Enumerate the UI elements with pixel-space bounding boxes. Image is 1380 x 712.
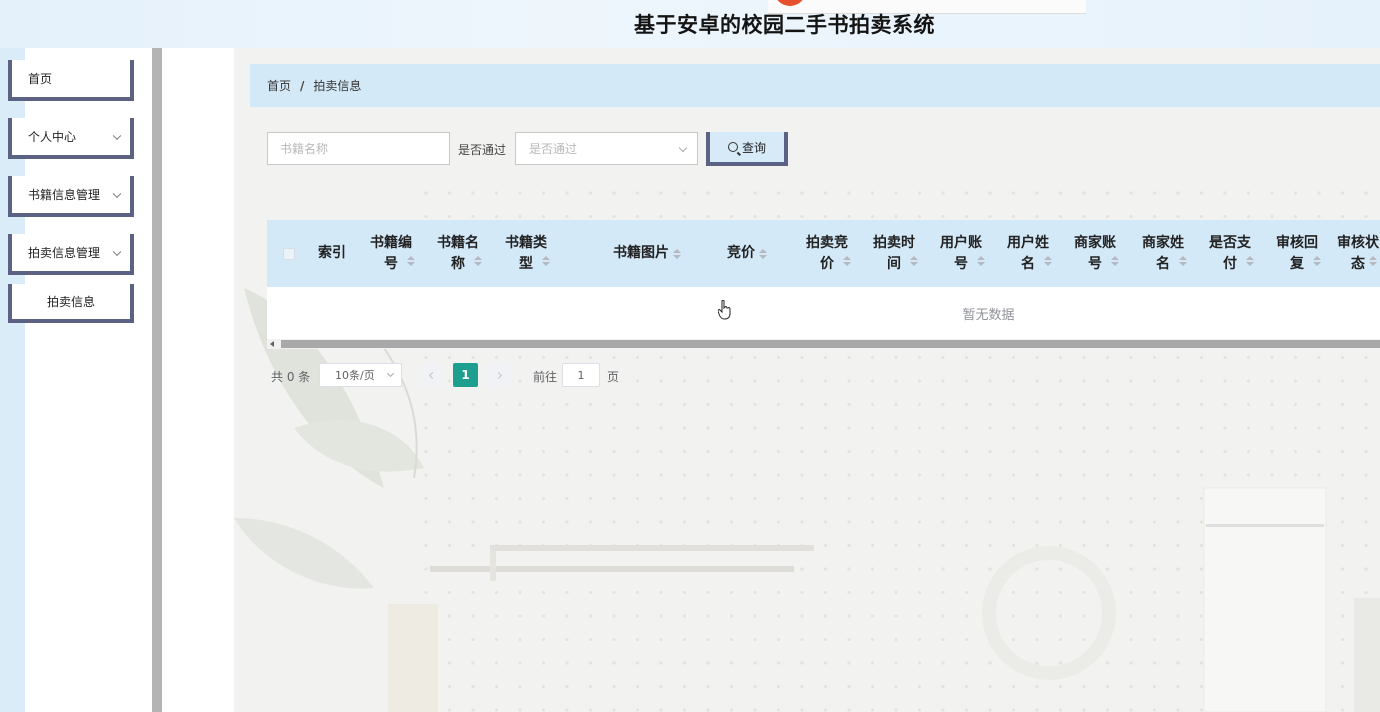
- column-header-bid[interactable]: 竞价: [717, 220, 777, 287]
- main-content: 首页 / 拍卖信息 是否通过 是否通过 查询 索引 书籍编号 书籍名称 书: [234, 48, 1380, 712]
- sort-icon[interactable]: [542, 256, 550, 266]
- column-header-auction-bid[interactable]: 拍卖竞价: [799, 220, 855, 287]
- sidebar-item-label: 拍卖信息管理: [28, 246, 101, 260]
- select-all-checkbox[interactable]: [283, 248, 295, 260]
- column-header-auction-time[interactable]: 拍卖时间: [866, 220, 922, 287]
- query-button-label: 查询: [741, 140, 766, 155]
- sort-icon[interactable]: [759, 248, 767, 259]
- system-title: 基于安卓的校园二手书拍卖系统: [634, 13, 935, 37]
- breadcrumb-separator: /: [300, 78, 305, 93]
- page-size-select[interactable]: 10条/页: [319, 363, 402, 387]
- sort-icon[interactable]: [1044, 256, 1052, 266]
- sidebar-item-book-management[interactable]: 书籍信息管理: [8, 176, 134, 217]
- query-button[interactable]: 查询: [706, 132, 788, 166]
- sort-icon[interactable]: [474, 256, 482, 266]
- empty-state-text: 暂无数据: [962, 307, 1015, 323]
- breadcrumb: 首页 / 拍卖信息: [250, 64, 1380, 107]
- sort-icon[interactable]: [407, 256, 415, 266]
- content-gutter: [162, 48, 234, 712]
- column-header-user-name[interactable]: 用户姓名: [1000, 220, 1056, 287]
- search-icon: [727, 142, 738, 152]
- column-header-is-paid[interactable]: 是否支付: [1202, 220, 1258, 287]
- chevron-down-icon: [112, 131, 122, 140]
- goto-page-input[interactable]: [562, 363, 600, 387]
- chevron-left-icon: [428, 371, 436, 379]
- sidebar-item-auction-management[interactable]: 拍卖信息管理: [8, 234, 134, 275]
- sort-icon[interactable]: [1246, 256, 1254, 266]
- sort-icon[interactable]: [910, 256, 918, 266]
- column-header-merchant-account[interactable]: 商家账号: [1067, 220, 1123, 287]
- column-header-book-type[interactable]: 书籍类型: [498, 220, 554, 287]
- sidebar-item-personal-center[interactable]: 个人中心: [8, 118, 134, 159]
- sidebar-item-label: 书籍信息管理: [28, 188, 101, 202]
- goto-suffix: 页: [607, 370, 620, 384]
- sort-icon[interactable]: [1313, 256, 1321, 266]
- prev-page-button[interactable]: [419, 363, 443, 387]
- total-count: 共 0 条: [271, 370, 311, 384]
- breadcrumb-home[interactable]: 首页: [267, 77, 291, 94]
- chevron-right-icon: [494, 371, 502, 379]
- next-page-button[interactable]: [487, 363, 511, 387]
- column-header-merchant-name[interactable]: 商家姓名: [1135, 220, 1191, 287]
- chevron-down-icon: [678, 143, 688, 153]
- sort-icon[interactable]: [1111, 256, 1119, 266]
- column-header-index: 索引: [318, 245, 346, 261]
- top-banner: 基于安卓的校园二手书拍卖系统: [0, 0, 1380, 48]
- sidebar-item-label: 个人中心: [28, 130, 77, 144]
- sidebar-subitem-auction-info[interactable]: 拍卖信息: [8, 284, 134, 323]
- approved-filter-select[interactable]: 是否通过: [515, 132, 698, 165]
- scroll-left-arrow-icon[interactable]: [270, 341, 274, 347]
- logo-circle: [774, 0, 806, 6]
- column-header-user-account[interactable]: 用户账号: [933, 220, 989, 287]
- chevron-down-icon: [112, 189, 122, 198]
- column-header-review-reply[interactable]: 审核回复: [1269, 220, 1325, 287]
- sort-icon[interactable]: [1369, 256, 1377, 266]
- auction-table: 索引 书籍编号 书籍名称 书籍类型 书籍图片 竞价 拍卖竞价 拍卖时间 用户账号…: [267, 220, 1380, 350]
- hand-cursor-icon: [718, 300, 731, 320]
- sort-icon[interactable]: [843, 256, 851, 266]
- sort-icon[interactable]: [977, 256, 985, 266]
- goto-prefix: 前往: [533, 370, 558, 384]
- table-body: 暂无数据: [267, 287, 1380, 339]
- sort-icon[interactable]: [673, 248, 681, 259]
- column-header-review-status[interactable]: 审核状态: [1337, 220, 1380, 287]
- approved-select-placeholder: 是否通过: [529, 142, 578, 156]
- chevron-down-icon: [112, 247, 122, 256]
- table-header: 索引 书籍编号 书籍名称 书籍类型 书籍图片 竞价 拍卖竞价 拍卖时间 用户账号…: [267, 220, 1380, 287]
- scrollbar-thumb[interactable]: [281, 340, 1380, 348]
- column-header-book-image[interactable]: 书籍图片: [587, 220, 707, 287]
- sidebar-item-home[interactable]: 首页: [8, 60, 134, 101]
- sort-icon[interactable]: [1179, 256, 1187, 266]
- column-header-book-name[interactable]: 书籍名称: [430, 220, 486, 287]
- sidebar-item-label: 拍卖信息: [46, 295, 95, 309]
- book-name-search-input[interactable]: [267, 132, 450, 165]
- sidebar-item-label: 首页: [28, 72, 53, 86]
- sidebar-divider: [152, 48, 162, 712]
- approved-filter-label: 是否通过: [458, 143, 507, 157]
- horizontal-scrollbar[interactable]: [267, 339, 1380, 349]
- chevron-down-icon: [386, 369, 395, 378]
- page-size-value: 10条/页: [335, 369, 375, 382]
- breadcrumb-current: 拍卖信息: [313, 79, 362, 93]
- column-header-book-number[interactable]: 书籍编号: [363, 220, 419, 287]
- page-number-current[interactable]: 1: [453, 363, 478, 387]
